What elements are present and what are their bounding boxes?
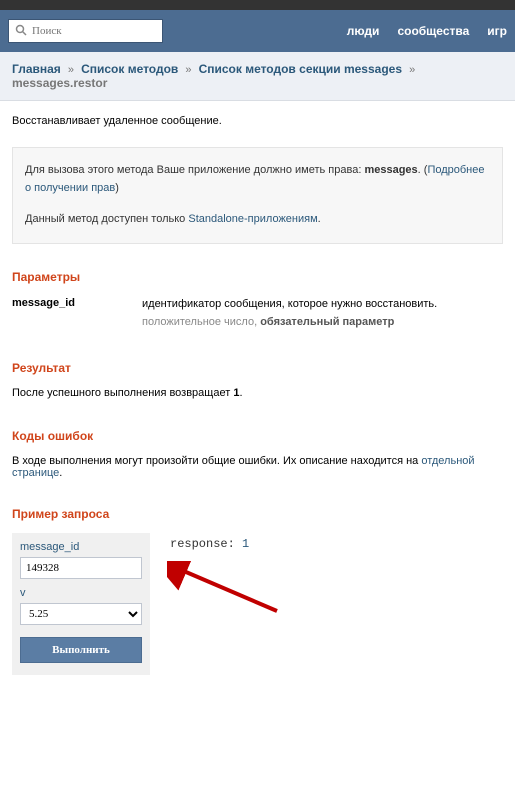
- errors-prefix: В ходе выполнения могут произойти общие …: [12, 455, 421, 467]
- method-description: Восстанавливает удаленное сообщение.: [12, 115, 503, 127]
- breadcrumb-separator: »: [185, 64, 191, 76]
- param-meta-required: обязательный параметр: [260, 316, 394, 328]
- info-availability: Данный метод доступен только Standalone-…: [25, 211, 490, 229]
- breadcrumb-current: messages.restor: [12, 76, 107, 90]
- info-text: . (: [418, 164, 428, 176]
- message-id-input[interactable]: [20, 557, 142, 579]
- version-label: v: [20, 587, 142, 599]
- nav-games[interactable]: игр: [487, 24, 507, 38]
- breadcrumb-methods[interactable]: Список методов: [81, 62, 178, 76]
- nav-links: люди сообщества игр: [347, 24, 507, 38]
- breadcrumb-separator: »: [409, 64, 415, 76]
- example-area: message_id v 5.25 Выполнить response: 1: [12, 533, 503, 675]
- errors-suffix: .: [59, 467, 62, 479]
- breadcrumb: Главная » Список методов » Список методо…: [0, 52, 515, 101]
- param-name: message_id: [12, 296, 142, 331]
- result-text: После успешного выполнения возвращает 1.: [12, 387, 503, 399]
- response-key: response:: [170, 537, 235, 551]
- section-params-title: Параметры: [12, 270, 503, 284]
- param-description: идентификатор сообщения, которое нужно в…: [142, 296, 437, 331]
- info-text: Для вызова этого метода Ваше приложение …: [25, 164, 364, 176]
- params-table: message_id идентификатор сообщения, кото…: [12, 296, 503, 331]
- standalone-link[interactable]: Standalone-приложениям: [188, 213, 317, 225]
- errors-text: В ходе выполнения могут произойти общие …: [12, 455, 503, 479]
- execute-button[interactable]: Выполнить: [20, 637, 142, 663]
- info-text: .: [318, 213, 321, 225]
- breadcrumb-home[interactable]: Главная: [12, 62, 61, 76]
- main-content: Восстанавливает удаленное сообщение. Для…: [0, 101, 515, 689]
- search-input[interactable]: [32, 25, 156, 37]
- info-rights-name: messages: [364, 164, 417, 176]
- info-rights: Для вызова этого метода Ваше приложение …: [25, 162, 490, 197]
- nav-communities[interactable]: сообщества: [397, 24, 469, 38]
- breadcrumb-separator: »: [68, 64, 74, 76]
- section-example-title: Пример запроса: [12, 507, 503, 521]
- param-meta: положительное число, обязательный параме…: [142, 314, 437, 331]
- result-prefix: После успешного выполнения возвращает: [12, 387, 233, 399]
- breadcrumb-section[interactable]: Список методов секции messages: [199, 62, 402, 76]
- top-navigation-bar: люди сообщества игр: [0, 10, 515, 52]
- example-form-panel: message_id v 5.25 Выполнить: [12, 533, 150, 675]
- info-text: Данный метод доступен только: [25, 213, 188, 225]
- info-box: Для вызова этого метода Ваше приложение …: [12, 147, 503, 244]
- search-icon: [15, 24, 32, 39]
- info-text: ): [115, 182, 119, 194]
- param-desc-text: идентификатор сообщения, которое нужно в…: [142, 296, 437, 313]
- section-errors-title: Коды ошибок: [12, 429, 503, 443]
- response-value: 1: [242, 537, 249, 551]
- search-box[interactable]: [8, 19, 163, 43]
- section-result-title: Результат: [12, 361, 503, 375]
- browser-tabs-bar: [0, 0, 515, 10]
- version-select[interactable]: 5.25: [20, 603, 142, 625]
- result-suffix: .: [239, 387, 242, 399]
- message-id-label: message_id: [20, 541, 142, 553]
- param-meta-type: положительное число,: [142, 316, 260, 328]
- response-panel: response: 1: [170, 533, 249, 675]
- nav-people[interactable]: люди: [347, 24, 380, 38]
